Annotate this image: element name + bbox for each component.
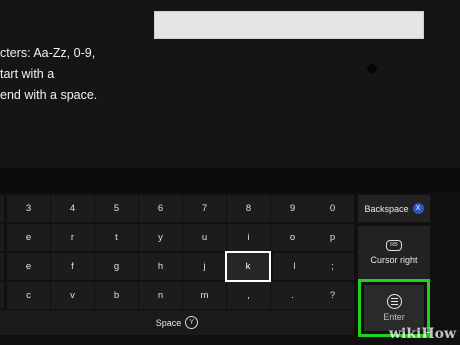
key[interactable]: o bbox=[271, 224, 314, 251]
key[interactable]: e bbox=[7, 224, 50, 251]
rb-bumper-icon: RB bbox=[386, 240, 402, 251]
key-partial[interactable] bbox=[0, 195, 4, 222]
key[interactable]: j bbox=[183, 253, 226, 280]
cursor-right-label: Cursor right bbox=[370, 255, 418, 265]
x-button-icon: X bbox=[412, 203, 424, 214]
key[interactable]: g bbox=[95, 253, 138, 280]
key[interactable]: p bbox=[311, 224, 354, 251]
requirement-line-1: cters: Aa-Zz, 0-9, bbox=[0, 46, 96, 60]
key[interactable]: y bbox=[139, 224, 182, 251]
key[interactable]: 7 bbox=[183, 195, 226, 222]
key[interactable]: v bbox=[51, 282, 94, 309]
key[interactable]: ; bbox=[311, 253, 354, 280]
key[interactable]: 3 bbox=[7, 195, 50, 222]
enter-key[interactable]: Enter bbox=[364, 285, 424, 331]
key[interactable]: h bbox=[139, 253, 182, 280]
key[interactable]: , bbox=[227, 282, 270, 309]
key[interactable]: c bbox=[7, 282, 50, 309]
backspace-label: Backspace bbox=[364, 203, 409, 214]
key[interactable]: 5 bbox=[95, 195, 138, 222]
enter-label: Enter bbox=[383, 312, 405, 322]
y-button-icon: Y bbox=[185, 316, 199, 329]
key[interactable]: b bbox=[95, 282, 138, 309]
menu-button-icon bbox=[386, 294, 402, 309]
key[interactable]: 0 bbox=[311, 195, 354, 222]
backspace-key[interactable]: Backspace X bbox=[358, 195, 430, 222]
text-input-field[interactable] bbox=[154, 11, 424, 39]
key-selected[interactable]: k bbox=[225, 251, 271, 282]
key-partial[interactable] bbox=[0, 253, 4, 280]
top-panel: cters: Aa-Zz, 0-9, tart with a end with … bbox=[0, 0, 460, 168]
key[interactable]: . bbox=[271, 282, 314, 309]
space-key[interactable]: Space Y bbox=[0, 310, 354, 335]
key[interactable]: 6 bbox=[139, 195, 182, 222]
key[interactable]: 4 bbox=[51, 195, 94, 222]
shadow-mark bbox=[367, 64, 377, 73]
key-partial[interactable] bbox=[0, 224, 4, 251]
requirement-line-2: tart with a bbox=[0, 67, 55, 81]
password-requirements: cters: Aa-Zz, 0-9, tart with a end with … bbox=[0, 43, 97, 106]
key[interactable]: i bbox=[227, 224, 270, 251]
key[interactable]: 9 bbox=[271, 195, 314, 222]
key[interactable]: l bbox=[273, 253, 316, 280]
key[interactable]: f bbox=[51, 253, 94, 280]
key[interactable]: 8 bbox=[227, 195, 270, 222]
key-partial[interactable] bbox=[0, 282, 4, 309]
requirement-line-3: end with a space. bbox=[0, 88, 98, 102]
key[interactable]: r bbox=[51, 224, 94, 251]
key[interactable]: ? bbox=[311, 282, 354, 309]
key[interactable]: m bbox=[183, 282, 226, 309]
key[interactable]: e bbox=[7, 253, 50, 280]
key[interactable]: t bbox=[95, 224, 138, 251]
key[interactable]: n bbox=[139, 282, 182, 309]
wikihow-watermark: wikiHow bbox=[388, 326, 456, 342]
cursor-right-key[interactable]: RB Cursor right bbox=[358, 226, 430, 279]
space-label: Space bbox=[155, 317, 182, 328]
key[interactable]: u bbox=[183, 224, 226, 251]
